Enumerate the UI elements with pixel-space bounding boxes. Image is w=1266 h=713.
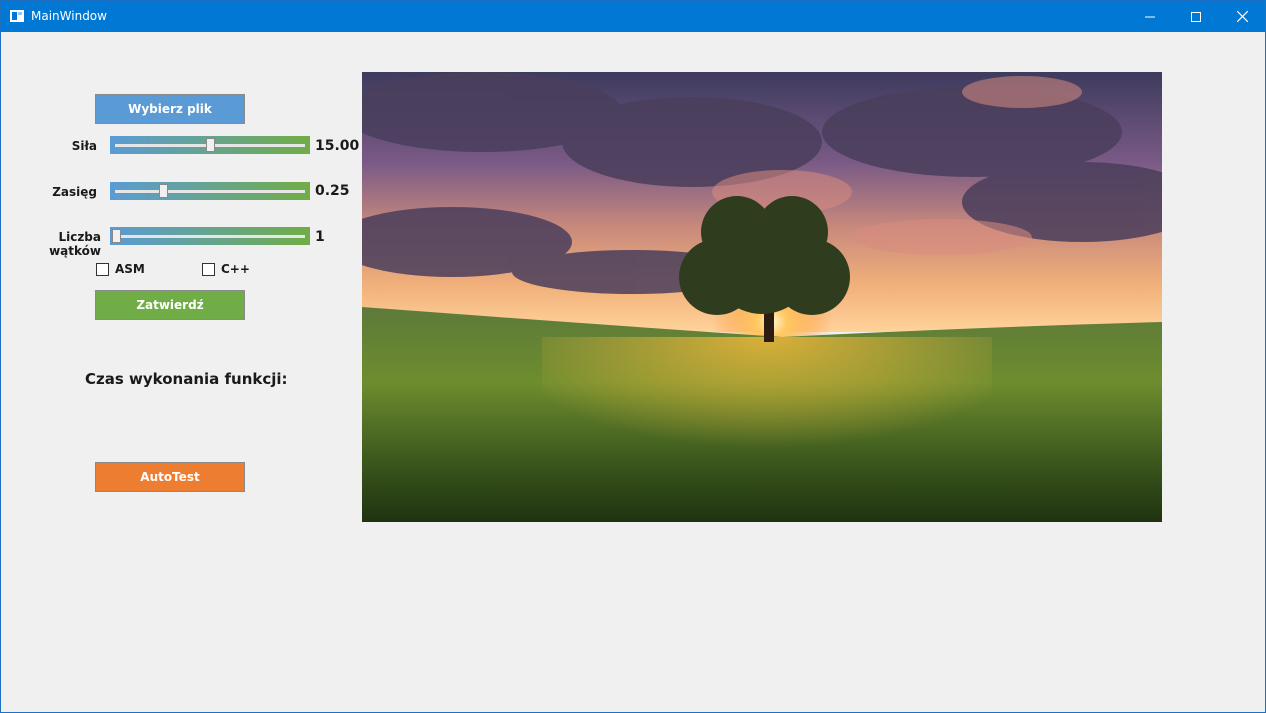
confirm-button[interactable]: Zatwierdź	[95, 290, 245, 320]
threads-slider[interactable]	[110, 227, 310, 245]
slider-track	[115, 235, 305, 238]
autotest-button[interactable]: AutoTest	[95, 462, 245, 492]
close-button[interactable]	[1219, 1, 1265, 32]
threads-label: Liczba wątków	[49, 230, 101, 258]
asm-checkbox-label: ASM	[115, 262, 145, 276]
range-slider[interactable]	[110, 182, 310, 200]
window-title: MainWindow	[31, 9, 107, 23]
minimize-button[interactable]	[1127, 1, 1173, 32]
checkbox-box[interactable]	[202, 262, 215, 276]
strength-label: Siła	[71, 139, 97, 153]
maximize-button[interactable]	[1173, 1, 1219, 32]
execution-time-label: Czas wykonania funkcji:	[85, 370, 288, 388]
cpp-checkbox-label: C++	[221, 262, 250, 276]
range-label: Zasięg	[52, 185, 97, 199]
strength-slider[interactable]	[110, 136, 310, 154]
maximize-icon	[1191, 11, 1201, 22]
range-value: 0.25	[315, 183, 350, 199]
checkbox-box[interactable]	[96, 262, 109, 276]
slider-track	[115, 190, 305, 193]
slider-thumb[interactable]	[112, 229, 121, 243]
title-bar[interactable]: MainWindow	[1, 1, 1265, 32]
image-preview	[362, 72, 1162, 522]
slider-thumb[interactable]	[159, 184, 168, 198]
strength-value: 15.00	[315, 138, 360, 154]
select-file-button[interactable]: Wybierz plik	[95, 94, 245, 124]
landscape-image	[362, 72, 1162, 522]
threads-value: 1	[315, 229, 325, 245]
asm-checkbox[interactable]: ASM	[96, 262, 145, 276]
slider-thumb[interactable]	[206, 138, 215, 152]
main-window: MainWindow Wybierz plik Siła 15.00 Zasię…	[0, 0, 1266, 713]
minimize-icon	[1145, 16, 1155, 17]
cpp-checkbox[interactable]: C++	[202, 262, 250, 276]
app-icon	[10, 10, 24, 22]
close-icon	[1236, 11, 1248, 22]
client-area: Wybierz plik Siła 15.00 Zasięg 0.25 Licz…	[1, 32, 1265, 712]
